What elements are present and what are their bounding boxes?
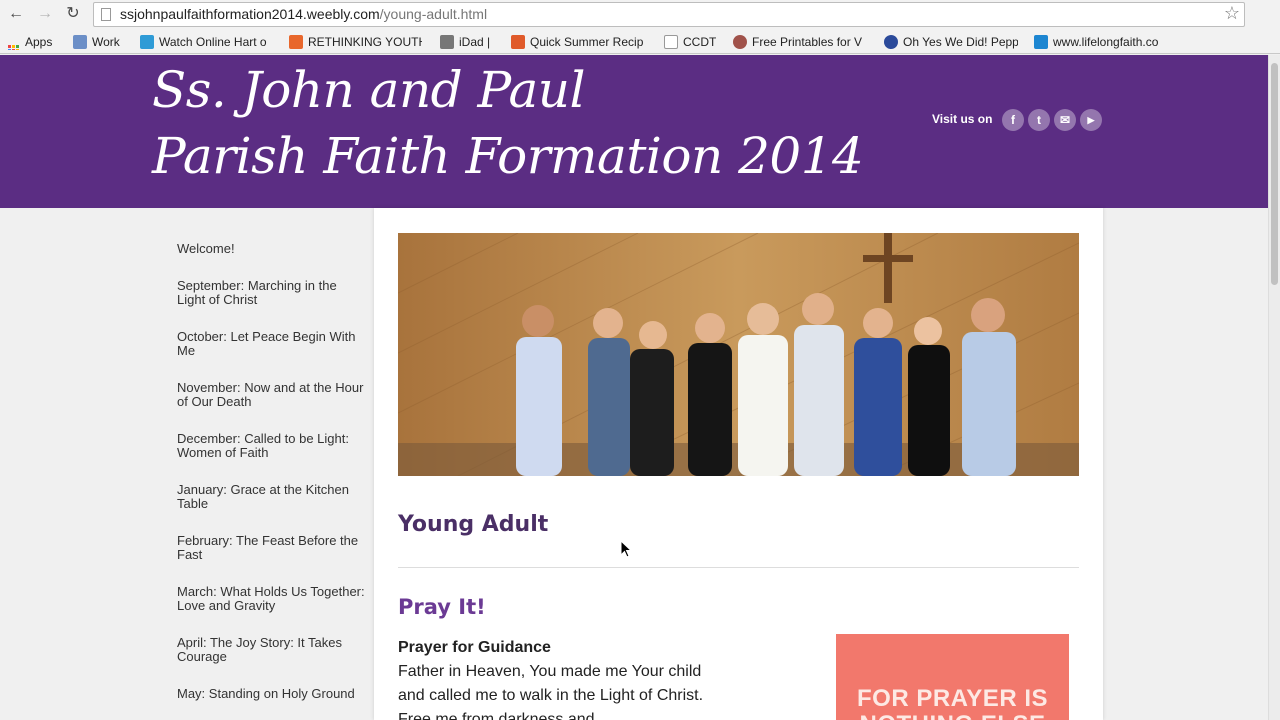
address-bar[interactable]: ssjohnpaulfaithformation2014.weebly.com/…: [93, 2, 1245, 27]
bookmark-star-icon[interactable]: ☆: [1224, 3, 1240, 24]
site-favicon-icon: [511, 35, 525, 49]
mouse-cursor-icon: [620, 540, 632, 558]
sidebar-item-november[interactable]: November: Now and at the Hour of Our Dea…: [177, 381, 367, 409]
youtube-icon[interactable]: ▶: [1080, 109, 1102, 131]
site-title-line1: Ss. John and Paul: [152, 61, 585, 119]
quote-text: FOR PRAYER IS NOTHING ELSE: [857, 685, 1048, 720]
sidebar-item-april[interactable]: April: The Joy Story: It Takes Courage: [177, 636, 367, 664]
prayer-quote-image: FOR PRAYER IS NOTHING ELSE: [836, 634, 1069, 720]
avatar-icon: [733, 35, 747, 49]
back-arrow-icon[interactable]: ←: [6, 4, 26, 24]
sidebar-item-may[interactable]: May: Standing on Holy Ground: [177, 687, 367, 701]
bookmark-free-printables[interactable]: Free Printables for V: [733, 34, 868, 50]
sidebar-item-february[interactable]: February: The Feast Before the Fast: [177, 534, 367, 562]
bookmark-oh-yes[interactable]: Oh Yes We Did! Pepp: [884, 34, 1018, 50]
page-scrollbar[interactable]: [1268, 55, 1280, 720]
sidebar-item-january[interactable]: January: Grace at the Kitchen Table: [177, 483, 367, 511]
browser-toolbar: ← → ↻ ssjohnpaulfaithformation2014.weebl…: [0, 0, 1280, 30]
site-header: Ss. John and Paul Parish Faith Formation…: [0, 55, 1268, 208]
page-icon: [664, 35, 678, 49]
site-title-line2: Parish Faith Formation 2014: [152, 127, 864, 185]
bookmark-idad[interactable]: iDad |: [440, 34, 490, 50]
page-title: Young Adult: [398, 512, 549, 537]
site-title[interactable]: Ss. John and Paul Parish Faith Formation…: [152, 57, 864, 189]
bookmark-lifelongfaith[interactable]: www.lifelongfaith.co: [1034, 34, 1168, 50]
visit-us-label: Visit us on: [932, 112, 993, 126]
prayer-block: Prayer for Guidance Father in Heaven, Yo…: [398, 636, 728, 720]
site-favicon-icon: [140, 35, 154, 49]
divider: [398, 567, 1079, 568]
site-favicon-icon: [884, 35, 898, 49]
sidebar-item-welcome[interactable]: Welcome!: [177, 242, 367, 256]
group-photo: [398, 233, 1079, 476]
sidebar-item-october[interactable]: October: Let Peace Begin With Me: [177, 330, 367, 358]
bookmark-apps[interactable]: Apps: [8, 34, 52, 50]
bookmarks-bar: Apps Work Watch Online Hart o RETHINKING…: [0, 30, 1280, 54]
site-favicon-icon: [440, 35, 454, 49]
section-heading-pray-it: Pray It!: [398, 595, 486, 619]
weebly-icon: [1034, 35, 1048, 49]
bookmark-watch-online[interactable]: Watch Online Hart o: [140, 34, 274, 50]
reload-icon[interactable]: ↻: [63, 4, 83, 24]
page-icon: [101, 8, 111, 21]
scrollbar-thumb[interactable]: [1271, 63, 1278, 285]
sidebar-item-december[interactable]: December: Called to be Light: Women of F…: [177, 432, 367, 460]
bookmark-rethinking-youth[interactable]: RETHINKING YOUTH: [289, 34, 422, 50]
facebook-icon[interactable]: f: [1002, 109, 1024, 131]
forward-arrow-icon[interactable]: →: [35, 4, 55, 24]
folder-icon: [73, 35, 87, 49]
sidebar-nav: Welcome! September: Marching in the Ligh…: [177, 242, 367, 720]
url-text: ssjohnpaulfaithformation2014.weebly.com/…: [120, 6, 488, 22]
group-photo-illustration: [398, 233, 1079, 476]
email-icon[interactable]: ✉: [1054, 109, 1076, 131]
prayer-text: Father in Heaven, You made me Your child…: [398, 663, 704, 720]
sidebar-item-september[interactable]: September: Marching in the Light of Chri…: [177, 279, 367, 307]
bookmark-work[interactable]: Work: [73, 34, 120, 50]
blogger-icon: [289, 35, 303, 49]
twitter-icon[interactable]: t: [1028, 109, 1050, 131]
main-content: Young Adult Pray It! Prayer for Guidance…: [374, 208, 1103, 720]
bookmark-ccdt[interactable]: CCDT: [664, 34, 716, 50]
sidebar-item-march[interactable]: March: What Holds Us Together: Love and …: [177, 585, 367, 613]
prayer-title: Prayer for Guidance: [398, 639, 551, 656]
bookmark-quick-summer[interactable]: Quick Summer Recip: [511, 34, 647, 50]
apps-grid-icon: [8, 45, 19, 50]
